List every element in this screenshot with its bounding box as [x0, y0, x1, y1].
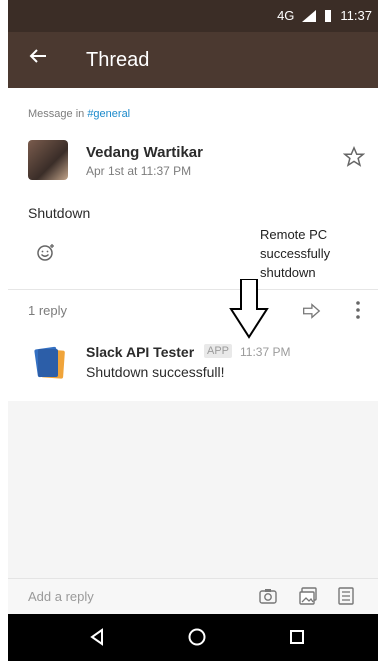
- gallery-icon[interactable]: [298, 586, 318, 606]
- message-text: Shutdown: [28, 205, 91, 221]
- nav-home-icon[interactable]: [186, 626, 208, 648]
- message-location: Message in #general: [28, 108, 130, 120]
- message-date: Apr 1st at 11:37 PM: [86, 164, 192, 178]
- back-arrow-icon[interactable]: [28, 46, 48, 66]
- page-title: Thread: [86, 49, 150, 71]
- clock: 11:37: [340, 8, 372, 23]
- avatar[interactable]: [28, 140, 68, 180]
- reply-count: 1 reply: [28, 303, 68, 318]
- reply-time: 11:37 PM: [240, 345, 291, 359]
- reply-composer: Add a reply: [8, 578, 378, 615]
- network-label: 4G: [277, 8, 295, 23]
- thread-card: Message in #general Vedang Wartikar Apr …: [8, 88, 378, 401]
- add-reaction-icon[interactable]: [36, 242, 56, 262]
- message-location-label: Message in: [28, 108, 88, 120]
- app-badge: APP: [204, 344, 233, 358]
- reply-input[interactable]: Add a reply: [28, 589, 94, 604]
- camera-icon[interactable]: [258, 586, 278, 606]
- thread-view: Message in #general Vedang Wartikar Apr …: [8, 88, 378, 578]
- battery-icon: [325, 9, 332, 22]
- status-bar: 4G 11:37: [8, 0, 378, 32]
- annotation-text: Remote PC successfully shutdown: [260, 227, 331, 280]
- nav-back-icon[interactable]: [86, 626, 108, 648]
- more-options-icon[interactable]: [353, 298, 363, 322]
- status-icons: 4G 11:37: [277, 8, 372, 23]
- author-name[interactable]: Vedang Wartikar: [86, 144, 203, 161]
- phone-screen: 4G 11:37 Thread Message in #general Veda…: [8, 0, 378, 661]
- reply-author[interactable]: Slack API Tester: [86, 344, 194, 360]
- down-arrow-icon: [229, 279, 269, 339]
- list-icon[interactable]: [336, 586, 356, 606]
- star-icon[interactable]: [343, 146, 365, 168]
- divider: [8, 289, 378, 290]
- share-icon[interactable]: [300, 300, 322, 322]
- signal-icon: [302, 9, 317, 22]
- reply-text: Shutdown successfull!: [86, 364, 225, 380]
- bot-avatar[interactable]: [28, 341, 70, 383]
- channel-link[interactable]: #general: [87, 108, 130, 120]
- android-nav-bar: [8, 614, 378, 661]
- app-bar: Thread: [8, 32, 378, 88]
- nav-recents-icon[interactable]: [286, 626, 308, 648]
